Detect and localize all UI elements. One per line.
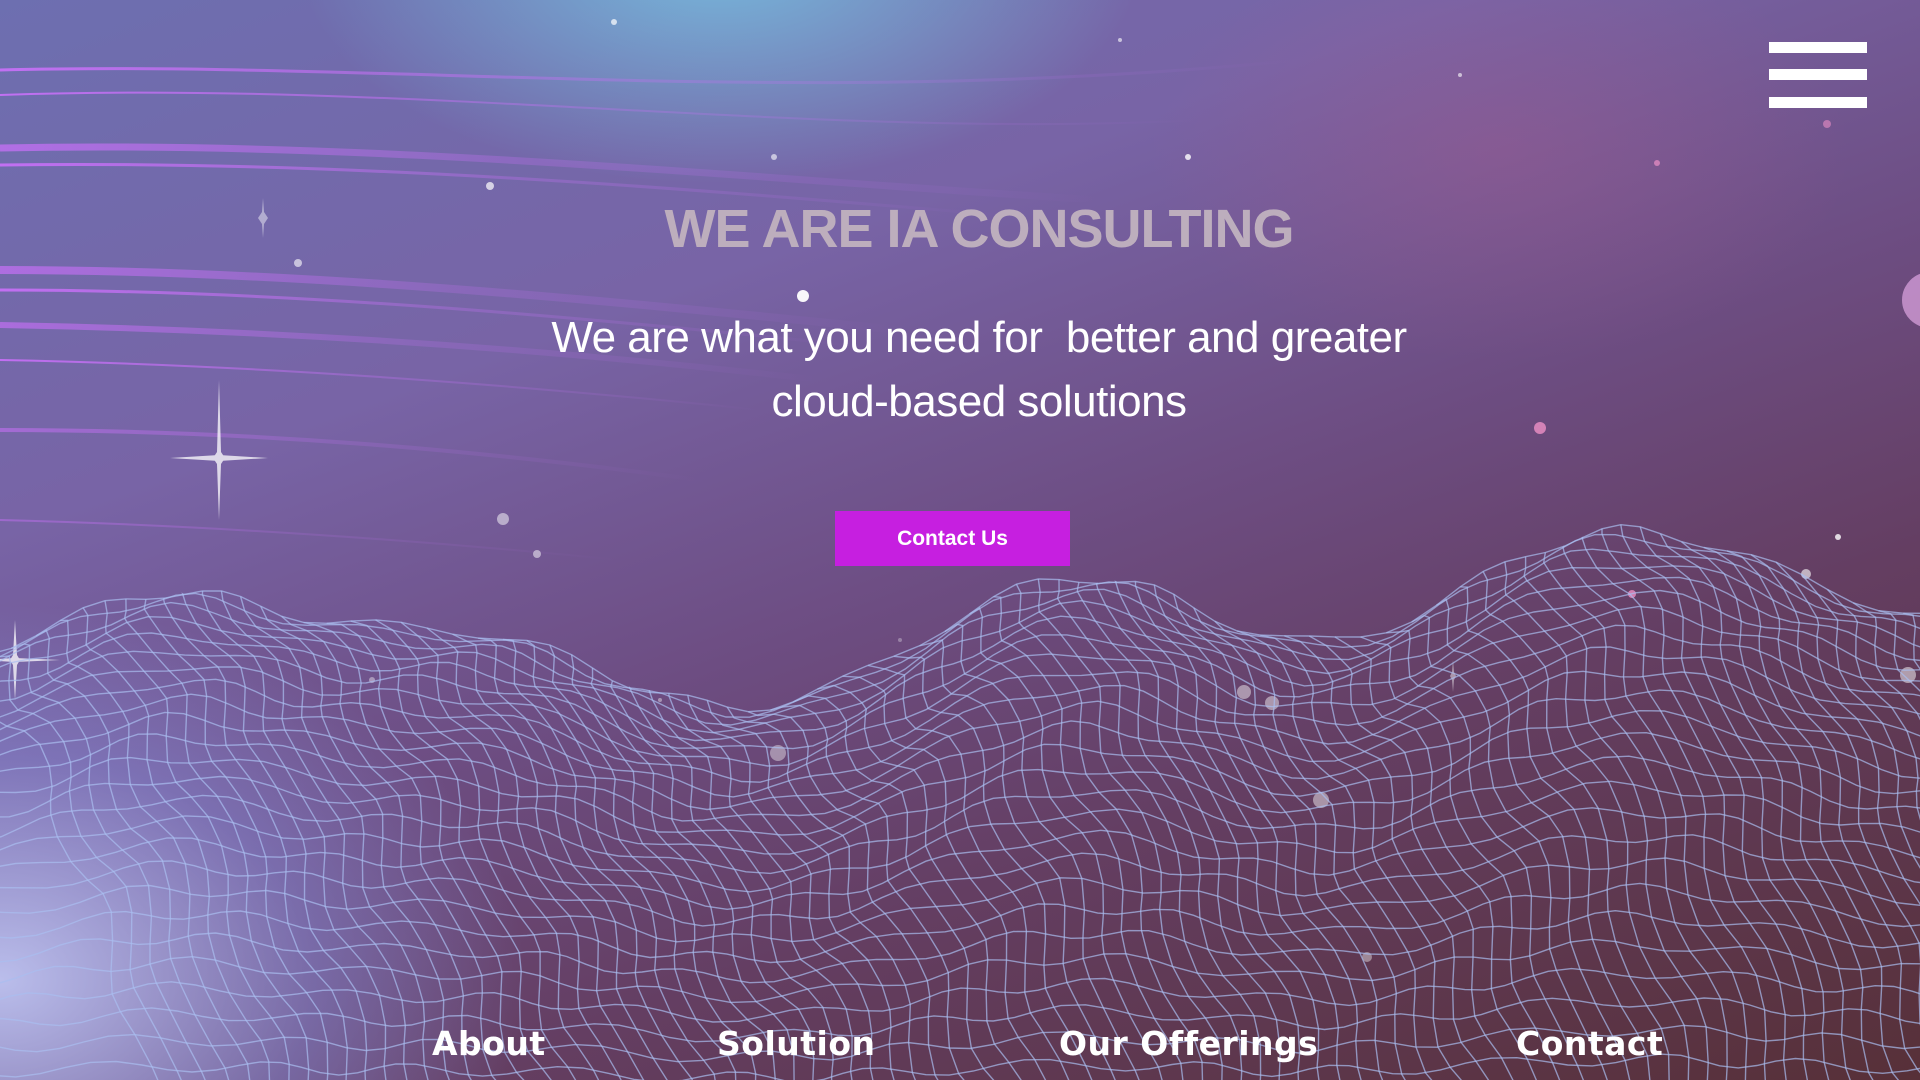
hero-title: WE ARE IA CONSULTING: [664, 199, 1295, 259]
menu-bar-middle: [1769, 69, 1867, 80]
menu-bar-top: [1769, 42, 1867, 53]
nav-link-about[interactable]: About: [432, 1024, 546, 1063]
hero-subtitle: We are what you need for better and grea…: [0, 306, 1920, 434]
menu-bar-bottom: [1769, 97, 1867, 108]
nav-link-solution[interactable]: Solution: [717, 1024, 876, 1063]
hero-subtitle-line1: We are what you need for better and grea…: [551, 313, 1407, 362]
hamburger-menu-icon[interactable]: [1769, 42, 1867, 108]
hero-subtitle-line2: cloud-based solutions: [771, 377, 1187, 426]
nav-link-our-offerings[interactable]: Our Offerings: [1059, 1024, 1318, 1063]
contact-us-button[interactable]: Contact Us: [835, 511, 1070, 566]
nav-link-contact[interactable]: Contact: [1516, 1024, 1663, 1063]
